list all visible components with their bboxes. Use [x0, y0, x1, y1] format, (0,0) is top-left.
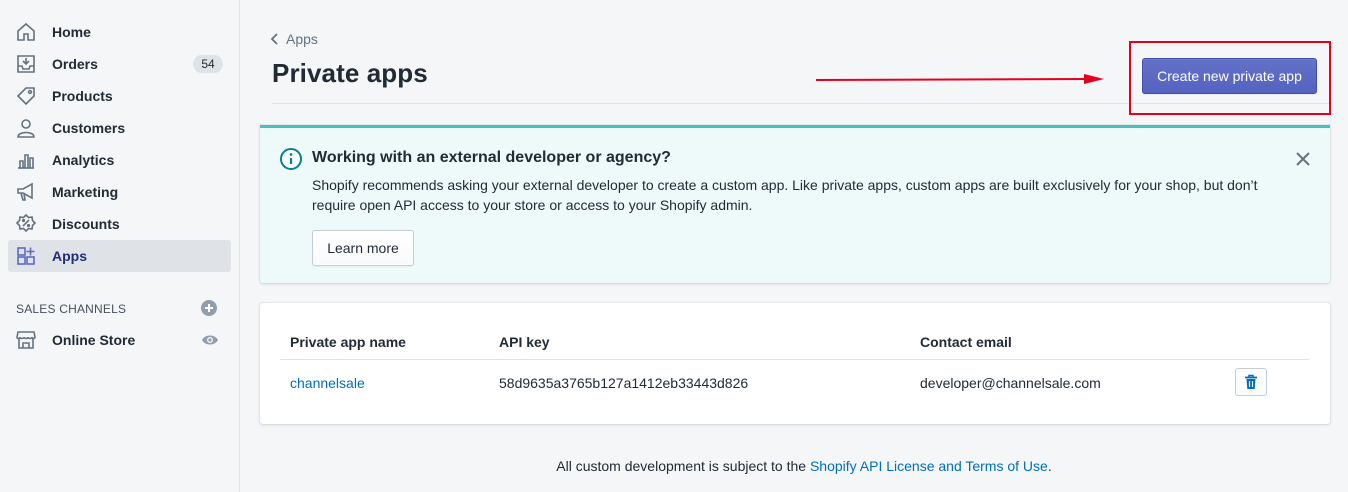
contact-email-value: developer@channelsale.com — [920, 375, 1101, 391]
bar-chart-icon — [18, 154, 34, 169]
sidebar-item-home[interactable]: Home — [8, 16, 231, 48]
trash-icon — [1245, 374, 1257, 389]
private-apps-card: Private app name API key Contact email c… — [260, 303, 1330, 424]
orders-icon — [17, 55, 35, 73]
chevron-left-icon — [270, 33, 278, 45]
sidebar: Home Orders 54 Products Customers Analyt… — [0, 0, 240, 492]
apps-icon — [17, 247, 35, 265]
sidebar-item-label: Analytics — [52, 152, 115, 168]
page-title: Private apps — [272, 58, 428, 88]
person-icon — [17, 119, 35, 138]
breadcrumb-label: Apps — [286, 31, 318, 47]
sidebar-item-label: Marketing — [52, 184, 119, 200]
tag-icon — [16, 87, 35, 106]
sidebar-item-label: Online Store — [52, 332, 136, 348]
divider — [280, 359, 1309, 360]
info-icon — [280, 148, 302, 170]
sidebar-item-apps[interactable]: Apps — [8, 240, 231, 272]
column-header-name: Private app name — [290, 334, 406, 350]
close-icon[interactable] — [1294, 150, 1312, 168]
app-name-link[interactable]: channelsale — [290, 375, 365, 391]
column-header-email: Contact email — [920, 334, 1012, 350]
info-banner: Working with an external developer or ag… — [260, 125, 1330, 283]
add-sales-channel-icon[interactable] — [200, 299, 218, 317]
sidebar-item-customers[interactable]: Customers — [8, 112, 231, 144]
footer-text-end: . — [1047, 458, 1052, 474]
sidebar-item-marketing[interactable]: Marketing — [8, 176, 231, 208]
sidebar-item-label: Discounts — [52, 216, 120, 232]
sales-channels-heading: SALES CHANNELS — [16, 302, 127, 316]
api-key-value: 58d9635a3765b127a1412eb33443d826 — [499, 375, 749, 391]
sidebar-item-online-store[interactable]: Online Store — [8, 324, 231, 356]
api-license-link[interactable]: Shopify API License and Terms of Use — [810, 458, 1048, 474]
store-icon — [16, 331, 36, 349]
create-private-app-button[interactable]: Create new private app — [1142, 58, 1317, 94]
megaphone-icon — [17, 182, 33, 201]
learn-more-button[interactable]: Learn more — [312, 230, 414, 266]
sidebar-item-analytics[interactable]: Analytics — [8, 144, 231, 176]
home-icon — [17, 22, 35, 41]
footer: All custom development is subject to the… — [0, 458, 1348, 474]
sidebar-item-label: Customers — [52, 120, 126, 136]
orders-count-badge: 54 — [193, 55, 223, 73]
breadcrumb[interactable]: Apps — [270, 30, 318, 48]
annotation-arrow — [816, 74, 1104, 84]
discount-icon — [15, 213, 37, 233]
banner-text: Shopify recommends asking your external … — [312, 177, 1258, 213]
delete-app-button[interactable] — [1235, 368, 1267, 396]
eye-icon[interactable] — [201, 331, 219, 349]
sidebar-item-label: Products — [52, 88, 113, 104]
column-header-api-key: API key — [499, 334, 550, 350]
banner-title: Working with an external developer or ag… — [312, 149, 671, 166]
sidebar-item-label: Orders — [52, 56, 98, 72]
sidebar-item-label: Apps — [52, 248, 87, 264]
sidebar-item-discounts[interactable]: Discounts — [8, 208, 231, 240]
footer-text: All custom development is subject to the — [556, 458, 810, 474]
sidebar-item-products[interactable]: Products — [8, 80, 231, 112]
sidebar-item-orders[interactable]: Orders 54 — [8, 48, 231, 80]
sidebar-item-label: Home — [52, 24, 91, 40]
